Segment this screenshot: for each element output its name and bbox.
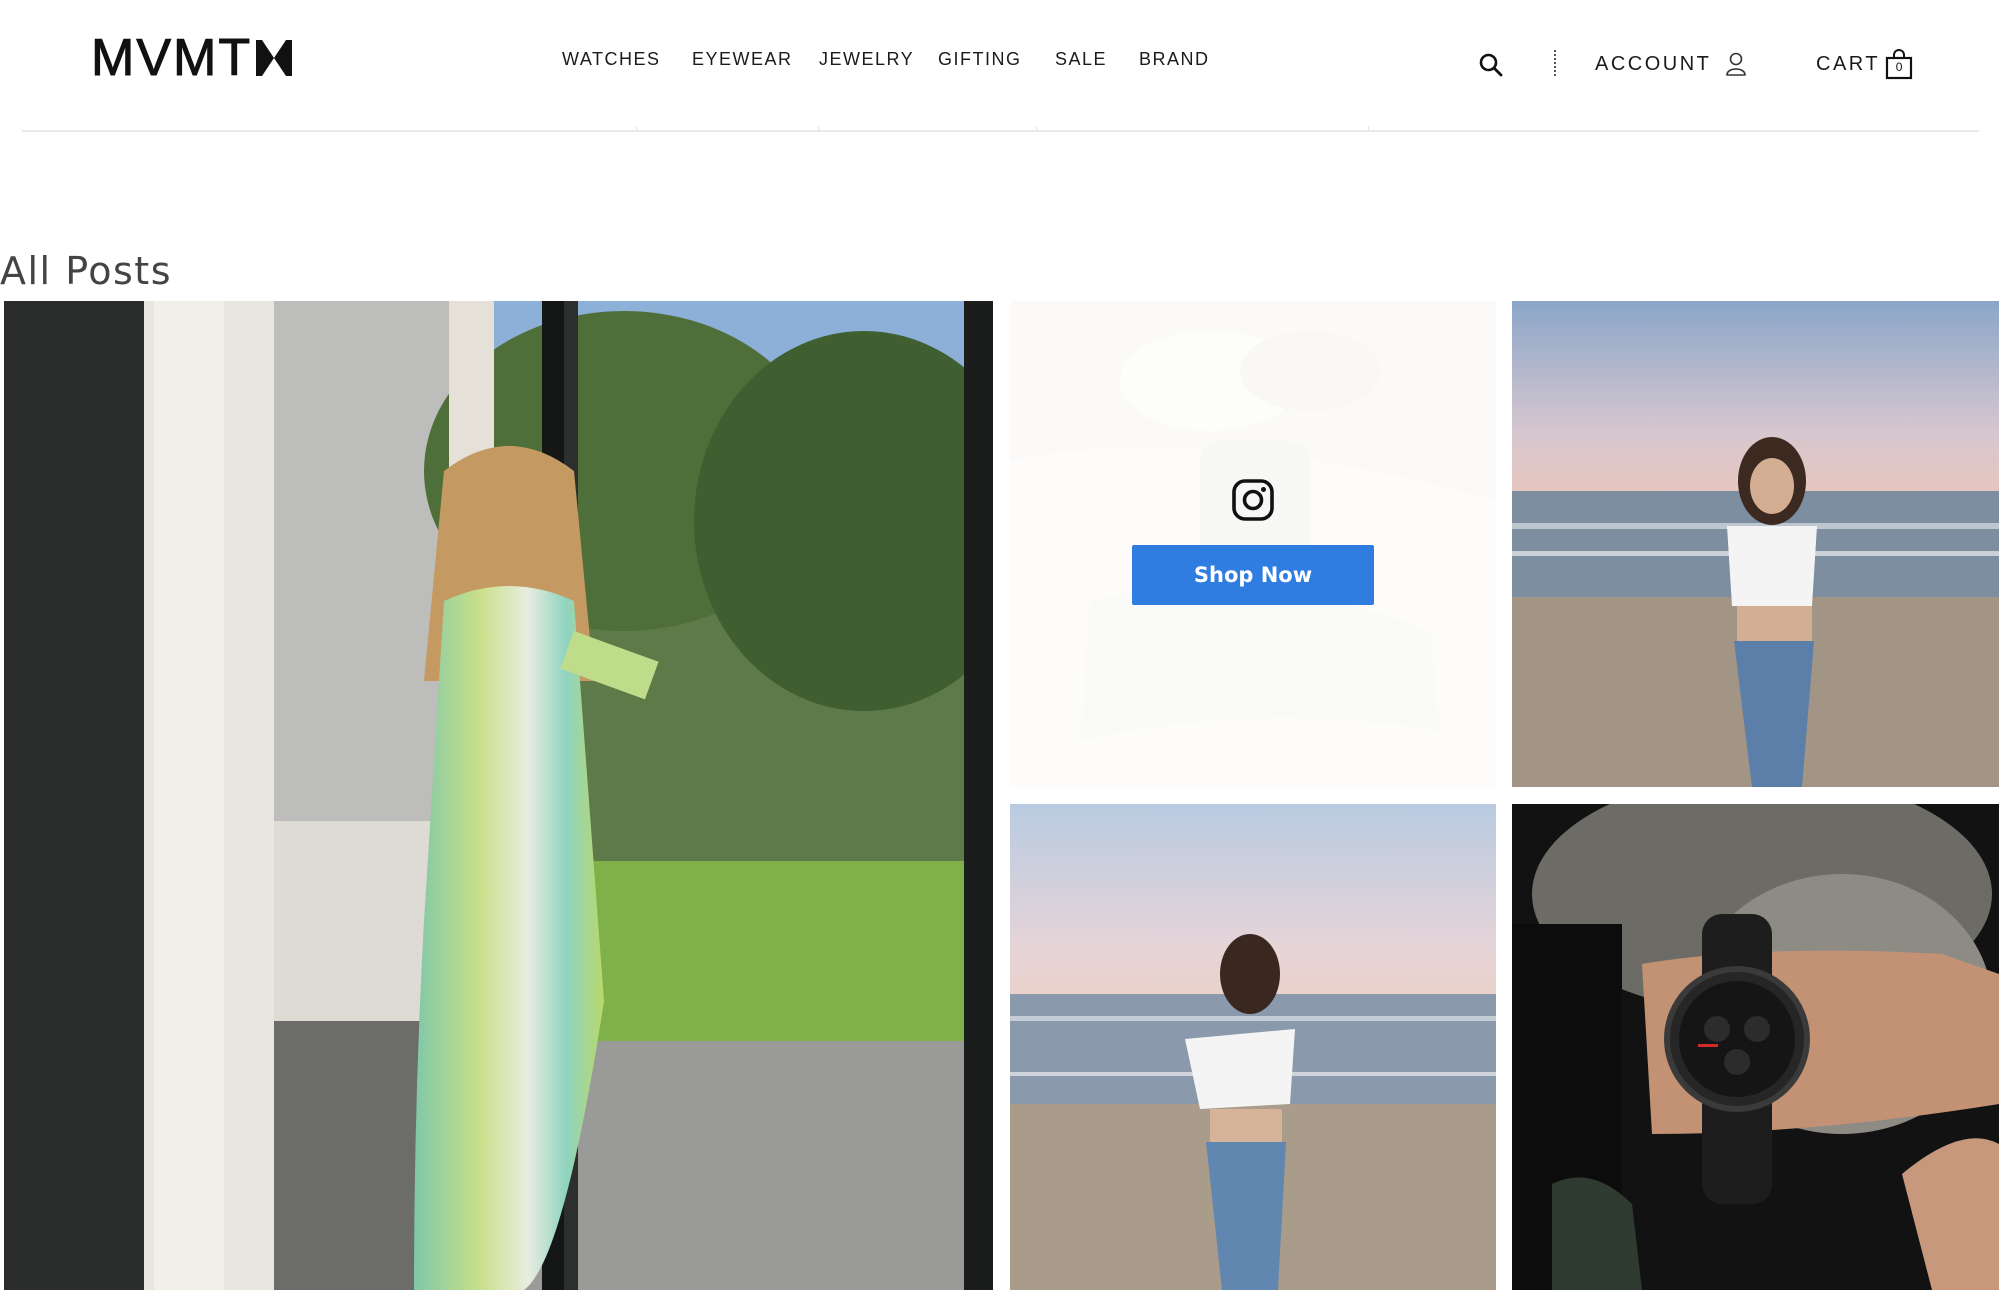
search-icon[interactable]	[1478, 52, 1504, 78]
shopping-bag-icon: 0	[1884, 48, 1914, 80]
nav-item-eyewear[interactable]: EYEWEAR	[692, 49, 793, 70]
post-image-1	[4, 301, 993, 1290]
shop-now-button[interactable]: Shop Now	[1132, 545, 1374, 605]
brand-wordmark: MVMT	[90, 29, 253, 87]
post-image-3	[1512, 301, 1999, 787]
nav-item-watches[interactable]: WATCHES	[562, 49, 661, 70]
account-link[interactable]: ACCOUNT	[1595, 52, 1747, 76]
instagram-icon	[1232, 479, 1274, 521]
cart-label: CART	[1816, 52, 1881, 75]
site-header: MVMT WATCHES EYEWEAR JEWELRY GIFTING SAL…	[0, 0, 1999, 130]
cart-count-badge: 0	[1895, 60, 1903, 74]
page-title: All Posts	[0, 249, 172, 294]
post-image-4	[1010, 804, 1496, 1290]
logo-mark-icon	[256, 40, 293, 76]
post-image-5	[1512, 804, 1999, 1290]
post-tile-4[interactable]	[1010, 804, 1496, 1290]
header-divider	[22, 130, 1979, 132]
page-bottom-edge	[0, 1291, 1999, 1297]
nav-item-sale[interactable]: SALE	[1055, 49, 1107, 70]
nav-item-gifting[interactable]: GIFTING	[938, 49, 1022, 70]
post-tile-3[interactable]	[1512, 301, 1999, 787]
cart-link[interactable]: CART 0	[1816, 48, 1914, 80]
nav-item-brand[interactable]: BRAND	[1139, 49, 1210, 70]
utility-divider	[1554, 50, 1556, 76]
post-tile-5[interactable]	[1512, 804, 1999, 1290]
account-label: ACCOUNT	[1595, 52, 1712, 75]
post-overlay	[1010, 301, 1496, 787]
brand-logo[interactable]: MVMT	[90, 29, 294, 87]
user-icon	[1726, 52, 1747, 76]
post-tile-1[interactable]	[4, 301, 993, 1290]
post-tile-2[interactable]: Shop Now	[1010, 301, 1496, 787]
nav-item-jewelry[interactable]: JEWELRY	[819, 49, 914, 70]
